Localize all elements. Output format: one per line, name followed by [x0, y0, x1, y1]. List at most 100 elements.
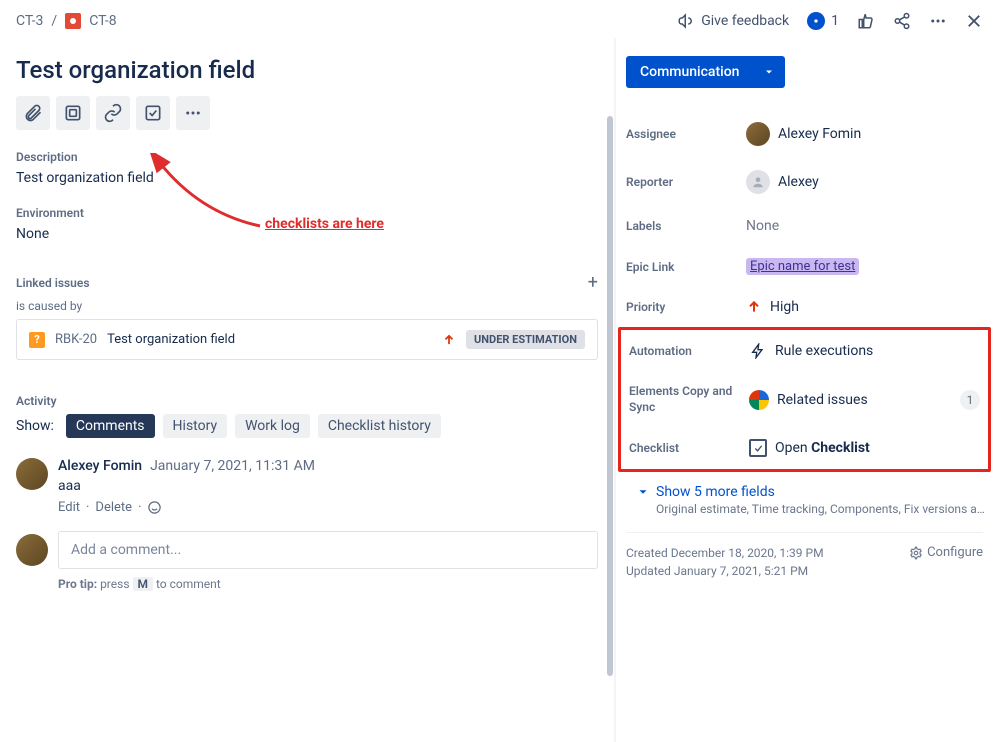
scrollbar[interactable] [606, 38, 614, 742]
issue-type-icon [65, 13, 81, 29]
add-linked-issue-button[interactable]: + [588, 272, 598, 293]
field-automation[interactable]: Automation Rule executions [629, 330, 980, 372]
reporter-value: Alexey [778, 174, 819, 190]
dot-separator: · [86, 500, 89, 515]
comment-date: January 7, 2021, 11:31 AM [150, 458, 315, 474]
attachment-icon [23, 103, 43, 123]
share-button[interactable] [893, 12, 911, 30]
elements-icon [749, 390, 769, 410]
chevron-down-icon [636, 485, 650, 499]
close-button[interactable] [965, 12, 983, 30]
tab-worklog[interactable]: Work log [235, 414, 310, 438]
checklist-label: Checklist [629, 441, 749, 455]
labels-label: Labels [626, 219, 746, 233]
related-count: 1 [960, 390, 980, 410]
environment-value[interactable]: None [16, 226, 598, 242]
comment-edit-button[interactable]: Edit [58, 500, 80, 515]
checkbox-icon [143, 103, 163, 123]
add-reaction-button[interactable] [147, 500, 162, 515]
issue-details-panel: Communication Assignee Alexey Fomin Repo… [614, 38, 999, 742]
issue-title[interactable]: Test organization field [16, 56, 598, 84]
linked-issues-label: Linked issues [16, 276, 90, 290]
share-icon [893, 12, 911, 30]
breadcrumb-separator: / [51, 13, 57, 29]
created-date: Created December 18, 2020, 1:39 PM [626, 546, 824, 560]
checkbox-icon [749, 439, 767, 457]
configure-button[interactable]: Configure [909, 545, 983, 560]
watchers-button[interactable]: 1 [807, 12, 839, 30]
emoji-icon [147, 500, 162, 515]
configure-label: Configure [927, 545, 983, 560]
field-epic-link[interactable]: Epic Link Epic name for test [626, 246, 983, 287]
add-child-button[interactable] [56, 96, 90, 130]
comment-input[interactable]: Add a comment... [58, 531, 598, 569]
show-more-fields[interactable]: Show 5 more fields [636, 484, 983, 500]
tab-history[interactable]: History [163, 414, 228, 438]
breadcrumb: CT-3 / CT-8 [16, 13, 117, 29]
field-labels[interactable]: Labels None [626, 206, 983, 246]
issue-header: CT-3 / CT-8 Give feedback 1 [0, 0, 999, 38]
breadcrumb-current[interactable]: CT-8 [89, 13, 116, 29]
activity-label: Activity [16, 394, 598, 408]
copysync-label: Elements Copy and Sync [629, 384, 749, 415]
description-value[interactable]: Test organization field [16, 170, 598, 186]
pro-tip: Pro tip: press M to comment [58, 577, 598, 591]
copysync-value: Related issues [777, 392, 868, 408]
avatar [16, 534, 48, 566]
tab-comments[interactable]: Comments [66, 414, 155, 438]
show-more-label: Show 5 more fields [656, 484, 775, 500]
ellipsis-icon [184, 104, 202, 122]
labels-value: None [746, 218, 779, 234]
link-relation: is caused by [16, 299, 598, 313]
priority-value: High [770, 299, 799, 315]
lightning-icon [749, 342, 767, 360]
epic-label: Epic Link [626, 260, 746, 274]
field-copy-sync[interactable]: Elements Copy and Sync Related issues 1 [629, 372, 980, 427]
dot-separator: · [138, 500, 141, 515]
chevron-down-icon [763, 66, 775, 78]
field-checklist[interactable]: Checklist Open Checklist [629, 427, 980, 469]
breadcrumb-parent[interactable]: CT-3 [16, 13, 43, 29]
issue-type-icon: ? [29, 332, 45, 348]
tab-checklist-history[interactable]: Checklist history [318, 414, 441, 438]
link-icon [103, 103, 123, 123]
show-more-preview: Original estimate, Time tracking, Compon… [656, 502, 986, 516]
close-icon [965, 12, 983, 30]
megaphone-icon [677, 12, 695, 30]
subtask-icon [63, 103, 83, 123]
add-comment-row: Add a comment... [16, 531, 598, 569]
status-label: Communication [640, 64, 739, 80]
field-priority[interactable]: Priority High [626, 287, 983, 327]
updated-date: Updated January 7, 2021, 5:21 PM [626, 564, 983, 578]
give-feedback-button[interactable]: Give feedback [677, 12, 789, 30]
avatar[interactable] [16, 458, 48, 490]
priority-label: Priority [626, 300, 746, 314]
status-dropdown[interactable]: Communication [626, 56, 785, 88]
add-checklist-button[interactable] [136, 96, 170, 130]
environment-label: Environment [16, 206, 598, 220]
linked-issue-title: Test organization field [107, 332, 235, 347]
highlight-box: Automation Rule executions Elements Copy… [618, 327, 991, 472]
epic-value[interactable]: Epic name for test [746, 258, 859, 275]
ellipsis-icon [929, 12, 947, 30]
more-actions-button[interactable] [929, 12, 947, 30]
assignee-label: Assignee [626, 127, 746, 141]
field-reporter[interactable]: Reporter Alexey [626, 158, 983, 206]
link-issue-button[interactable] [96, 96, 130, 130]
content-actions [16, 96, 598, 130]
show-label: Show: [16, 418, 54, 434]
automation-label: Automation [629, 344, 749, 358]
more-content-actions[interactable] [176, 96, 210, 130]
avatar [746, 122, 770, 146]
description-label: Description [16, 150, 598, 164]
linked-issue-card[interactable]: ? RBK-20 Test organization field UNDER E… [16, 319, 598, 360]
vote-button[interactable] [857, 12, 875, 30]
linked-issue-key: RBK-20 [55, 332, 97, 347]
activity-tabs: Show: Comments History Work log Checklis… [16, 414, 598, 438]
comment-author[interactable]: Alexey Fomin [58, 458, 142, 474]
watchers-count: 1 [831, 13, 839, 29]
gear-icon [909, 546, 923, 560]
attach-button[interactable] [16, 96, 50, 130]
comment-delete-button[interactable]: Delete [95, 500, 132, 515]
field-assignee[interactable]: Assignee Alexey Fomin [626, 110, 983, 158]
